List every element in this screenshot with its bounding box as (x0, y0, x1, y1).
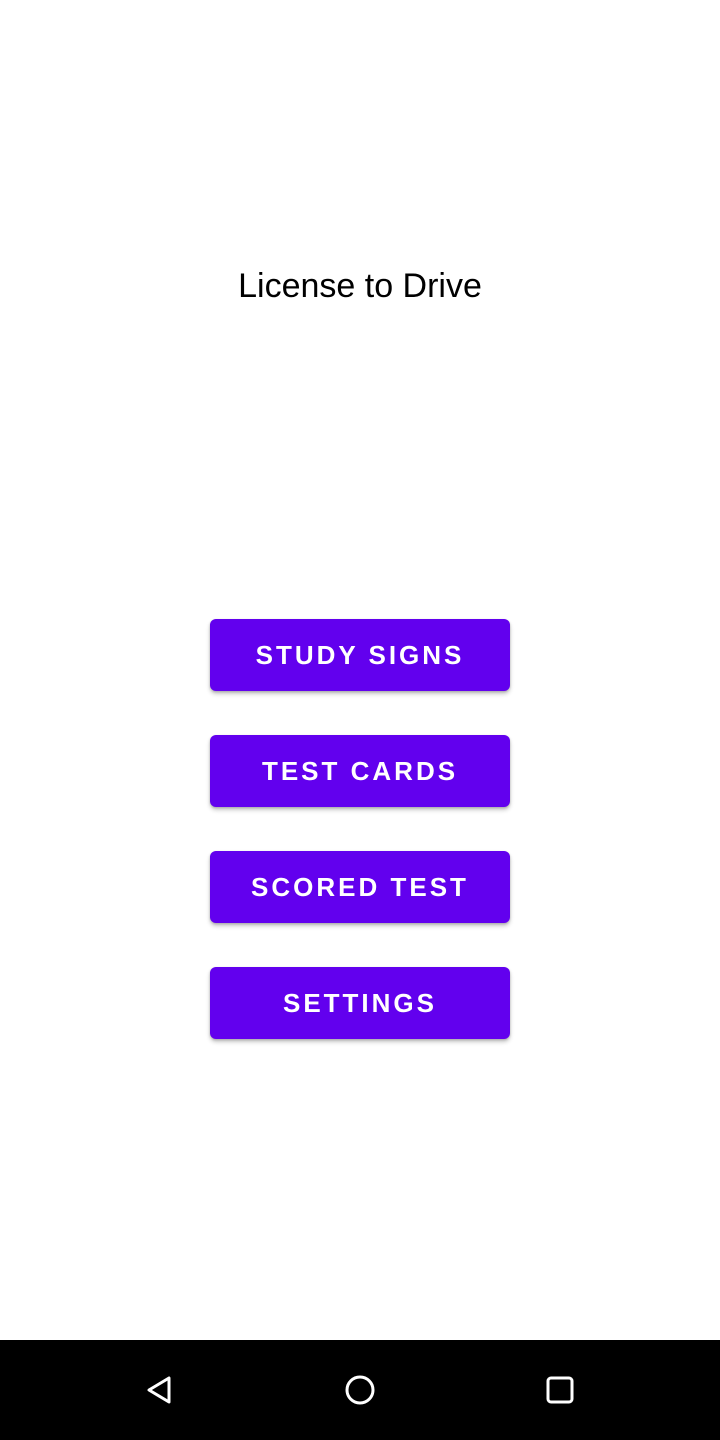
system-navigation-bar (0, 1340, 720, 1440)
back-button[interactable] (130, 1360, 190, 1420)
home-icon (345, 1375, 375, 1405)
test-cards-button[interactable]: TEST CARDS (210, 735, 510, 807)
screen: License to Drive STUDY SIGNS TEST CARDS … (0, 0, 720, 1440)
study-signs-button[interactable]: STUDY SIGNS (210, 619, 510, 691)
settings-button[interactable]: SETTINGS (210, 967, 510, 1039)
main-menu: STUDY SIGNS TEST CARDS SCORED TEST SETTI… (210, 619, 510, 1083)
recents-icon (546, 1376, 574, 1404)
app-content: License to Drive STUDY SIGNS TEST CARDS … (0, 0, 720, 1340)
recents-button[interactable] (530, 1360, 590, 1420)
back-icon (147, 1376, 171, 1404)
app-title: License to Drive (238, 267, 482, 305)
scored-test-button[interactable]: SCORED TEST (210, 851, 510, 923)
home-button[interactable] (330, 1360, 390, 1420)
